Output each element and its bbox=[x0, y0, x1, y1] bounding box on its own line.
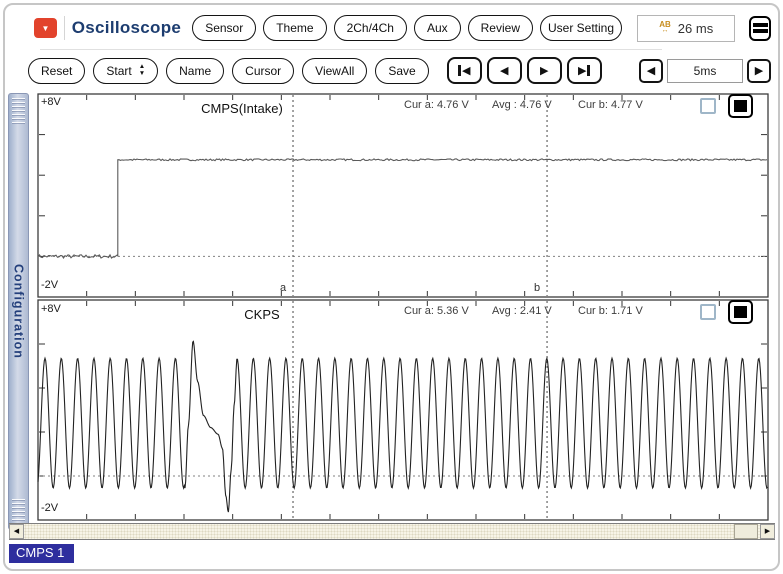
menu-icon bbox=[753, 23, 768, 27]
grip-icon bbox=[12, 499, 25, 525]
panel1-top-voltage-label: +8V bbox=[41, 96, 61, 108]
panel1-title: CMPS(Intake) bbox=[152, 101, 332, 116]
timebase-decrease-button[interactable]: ◀ bbox=[639, 59, 663, 83]
panel1-channel-color-button[interactable] bbox=[728, 94, 753, 118]
step-forward-button[interactable]: ▶ bbox=[527, 57, 562, 84]
panel2-bottom-voltage-label: -2V bbox=[41, 502, 58, 514]
skip-start-icon bbox=[458, 65, 461, 76]
theme-button[interactable]: Theme bbox=[263, 15, 326, 41]
panel2-title: CKPS bbox=[172, 307, 352, 322]
sensor-button[interactable]: Sensor bbox=[192, 15, 256, 41]
cursor-delta-time-display: AB↔ 26 ms bbox=[637, 15, 735, 42]
toolbar-separator bbox=[40, 49, 662, 50]
name-button[interactable]: Name bbox=[166, 58, 224, 84]
scroll-right-button[interactable]: ▶ bbox=[760, 524, 775, 539]
grip-icon bbox=[12, 98, 25, 124]
dropdown-icon: ▼ bbox=[42, 24, 50, 33]
toolbar-second: Reset Start ▲▼ Name Cursor ViewAll Save … bbox=[28, 56, 771, 85]
panel2-visibility-checkbox[interactable] bbox=[700, 304, 716, 320]
window-menu-button[interactable] bbox=[749, 16, 771, 41]
cursor-a-label: a bbox=[280, 282, 286, 294]
start-button[interactable]: Start ▲▼ bbox=[93, 58, 158, 84]
channel-color-swatch bbox=[734, 306, 747, 318]
toolbar-top: ▼ Oscilloscope Sensor Theme 2Ch/4Ch Aux … bbox=[34, 13, 771, 43]
panel1-cursor-b-readout: Cur b: 4.77 V bbox=[578, 99, 643, 111]
cursor-b-label: b bbox=[534, 282, 540, 294]
skip-end-icon bbox=[587, 65, 590, 76]
panel1-visibility-checkbox[interactable] bbox=[700, 98, 716, 114]
spinner-icon: ▲▼ bbox=[139, 64, 145, 77]
channel-color-swatch bbox=[734, 100, 747, 112]
playback-controls: ◀ ◀ ▶ ▶ bbox=[447, 57, 602, 84]
left-arrow-icon: ◀ bbox=[647, 64, 655, 77]
step-back-button[interactable]: ◀ bbox=[487, 57, 522, 84]
skip-to-end-button[interactable]: ▶ bbox=[567, 57, 602, 84]
panel2-cursor-a-readout: Cur a: 5.36 V bbox=[404, 305, 469, 317]
panel1-avg-readout: Avg : 4.76 V bbox=[492, 99, 552, 111]
panel2-top-voltage-label: +8V bbox=[41, 303, 61, 315]
step-forward-icon: ▶ bbox=[540, 64, 548, 77]
left-arrow-icon: ◀ bbox=[14, 527, 19, 535]
scope-area: +8V -2V CMPS(Intake) Cur a: 4.76 V Avg :… bbox=[30, 93, 779, 525]
panel2-avg-readout: Avg : 2.41 V bbox=[492, 305, 552, 317]
viewall-button[interactable]: ViewAll bbox=[302, 58, 367, 84]
delta-time-value: 26 ms bbox=[678, 21, 713, 36]
panel2-cursor-b-readout: Cur b: 1.71 V bbox=[578, 305, 643, 317]
sidebar-tab-label: Configuration bbox=[12, 264, 26, 359]
panel2-channel-color-button[interactable] bbox=[728, 300, 753, 324]
aux-button[interactable]: Aux bbox=[414, 15, 461, 41]
save-button[interactable]: Save bbox=[375, 58, 428, 84]
step-back-icon: ◀ bbox=[500, 64, 508, 77]
review-button[interactable]: Review bbox=[468, 15, 533, 41]
cursor-button[interactable]: Cursor bbox=[232, 58, 294, 84]
ab-cursor-icon: AB↔ bbox=[659, 21, 671, 34]
horizontal-scrollbar[interactable]: ◀ ▶ bbox=[9, 523, 775, 540]
panel1-cursor-a-readout: Cur a: 4.76 V bbox=[404, 99, 469, 111]
right-arrow-icon: ▶ bbox=[755, 64, 763, 77]
right-arrow-icon: ▶ bbox=[765, 527, 770, 535]
scrollbar-thumb[interactable] bbox=[734, 524, 758, 539]
timebase-increase-button[interactable]: ▶ bbox=[747, 59, 771, 83]
sidebar-tab-configuration[interactable]: Configuration bbox=[8, 93, 29, 530]
user-setting-button[interactable]: User Setting bbox=[540, 15, 622, 41]
channel-mode-button[interactable]: 2Ch/4Ch bbox=[334, 15, 407, 41]
status-badge: CMPS 1 bbox=[9, 544, 74, 563]
divider bbox=[64, 16, 65, 40]
timebase-control: ◀ 5ms ▶ bbox=[639, 59, 771, 83]
scroll-left-button[interactable]: ◀ bbox=[9, 524, 24, 539]
skip-to-start-button[interactable]: ◀ bbox=[447, 57, 482, 84]
panel1-bottom-voltage-label: -2V bbox=[41, 279, 58, 291]
reset-button[interactable]: Reset bbox=[28, 58, 85, 84]
timebase-value: 5ms bbox=[667, 59, 743, 83]
page-title: Oscilloscope bbox=[72, 18, 181, 38]
app-menu-button[interactable]: ▼ bbox=[34, 18, 57, 38]
